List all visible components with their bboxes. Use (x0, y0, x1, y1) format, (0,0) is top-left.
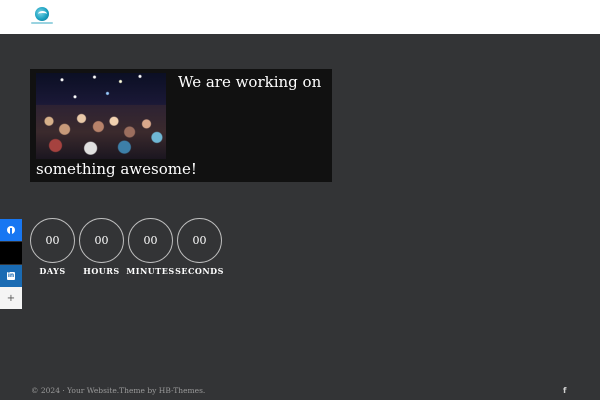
site-footer: © 2024 · Your Website.Theme by HB-Themes… (0, 382, 600, 400)
countdown-seconds: 00 SECONDS (175, 218, 224, 276)
countdown-value: 00 (30, 218, 75, 263)
concert-crowd-photo (36, 73, 166, 159)
hero-heading-line1: We are working on (178, 73, 322, 91)
footer-copyright: © 2024 · Your Website.Theme by HB-Themes… (31, 386, 206, 395)
countdown-value: 00 (177, 218, 222, 263)
site-header (0, 0, 600, 34)
share-linkedin-button[interactable]: in (0, 265, 22, 287)
site-logo[interactable] (31, 7, 53, 27)
share-facebook-button[interactable] (0, 219, 22, 241)
countdown-label: MINUTES (126, 266, 175, 276)
hero-heading-line2: something awesome! (36, 160, 197, 178)
plus-icon: + (6, 292, 16, 304)
hero-box: We are working on something awesome! (30, 69, 332, 182)
countdown-label: HOURS (83, 266, 120, 276)
share-x-button[interactable] (0, 242, 22, 264)
share-more-button[interactable]: + (0, 287, 22, 309)
countdown-days: 00 DAYS (30, 218, 75, 276)
countdown-value: 00 (128, 218, 173, 263)
countdown-label: DAYS (39, 266, 66, 276)
footer-facebook-link[interactable]: f (563, 386, 566, 395)
facebook-icon (7, 226, 15, 234)
countdown-minutes: 00 MINUTES (126, 218, 175, 276)
countdown-label: SECONDS (175, 266, 224, 276)
countdown-timer: 00 DAYS 00 HOURS 00 MINUTES 00 SECONDS (30, 218, 224, 276)
linkedin-icon: in (7, 272, 15, 280)
countdown-hours: 00 HOURS (79, 218, 124, 276)
countdown-value: 00 (79, 218, 124, 263)
